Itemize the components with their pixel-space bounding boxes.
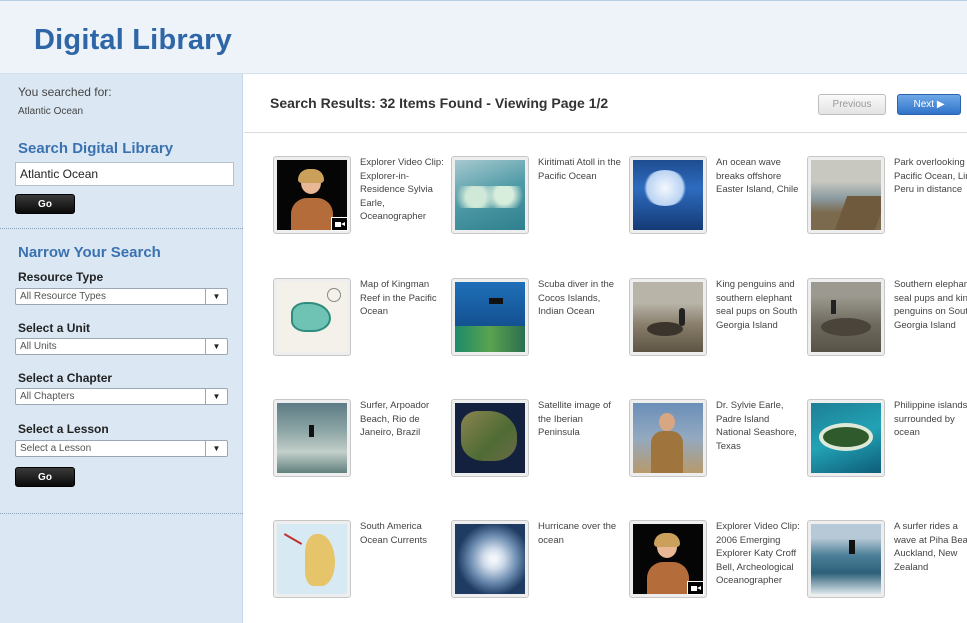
result-item[interactable]: Kiritimati Atoll in the Pacific Ocean [451, 156, 629, 266]
result-thumbnail[interactable] [629, 156, 707, 234]
lesson-label: Select a Lesson [18, 422, 109, 436]
result-thumbnail[interactable] [451, 520, 529, 598]
search-section-title: Search Digital Library [18, 140, 174, 157]
next-button[interactable]: Next ▶ [897, 94, 961, 115]
video-camera-icon [331, 217, 348, 231]
result-item[interactable]: A surfer rides a wave at Piha Beach, Auc… [807, 520, 967, 623]
result-item[interactable]: Explorer Video Clip: Explorer-in-Residen… [273, 156, 451, 266]
result-caption[interactable]: Dr. Sylvie Earle, Padre Island National … [716, 399, 804, 453]
video-camera-icon [687, 581, 704, 595]
unit-label: Select a Unit [18, 321, 91, 335]
result-item[interactable]: Dr. Sylvie Earle, Padre Island National … [629, 399, 807, 509]
result-caption[interactable]: Explorer Video Clip: Explorer-in-Residen… [360, 156, 448, 224]
chapter-label: Select a Chapter [18, 371, 113, 385]
result-item[interactable]: Philippine islands surrounded by ocean [807, 399, 967, 509]
result-caption[interactable]: Satellite image of the Iberian Peninsula [538, 399, 626, 440]
result-thumbnail[interactable] [451, 278, 529, 356]
result-item[interactable]: Satellite image of the Iberian Peninsula [451, 399, 629, 509]
result-caption[interactable]: A surfer rides a wave at Piha Beach, Auc… [894, 520, 967, 574]
result-item[interactable]: Scuba diver in the Cocos Islands, Indian… [451, 278, 629, 388]
header: Digital Library [0, 0, 967, 74]
lesson-select[interactable]: Select a Lesson ▼ [15, 440, 228, 457]
result-thumbnail[interactable] [807, 520, 885, 598]
searched-term: Atlantic Ocean [18, 106, 84, 117]
lesson-value: Select a Lesson [20, 443, 92, 454]
previous-button[interactable]: Previous [818, 94, 886, 115]
result-caption[interactable]: An ocean wave breaks offshore Easter Isl… [716, 156, 804, 197]
sidebar: You searched for: Atlantic Ocean Search … [0, 74, 243, 623]
result-caption[interactable]: Philippine islands surrounded by ocean [894, 399, 967, 440]
result-thumbnail[interactable] [451, 399, 529, 477]
result-thumbnail[interactable] [629, 278, 707, 356]
result-caption[interactable]: Kiritimati Atoll in the Pacific Ocean [538, 156, 626, 183]
result-item[interactable]: Park overlooking Pacific Ocean, Lima, Pe… [807, 156, 967, 266]
filter-go-button[interactable]: Go [15, 467, 75, 487]
result-thumbnail[interactable] [807, 399, 885, 477]
resource-type-value: All Resource Types [20, 291, 106, 302]
result-thumbnail[interactable] [451, 156, 529, 234]
result-caption[interactable]: Explorer Video Clip: 2006 Emerging Explo… [716, 520, 804, 588]
chapter-select[interactable]: All Chapters ▼ [15, 388, 228, 405]
result-item[interactable]: An ocean wave breaks offshore Easter Isl… [629, 156, 807, 266]
search-go-button[interactable]: Go [15, 194, 75, 214]
searched-for-label: You searched for: [18, 85, 112, 99]
dropdown-arrow-icon: ▼ [205, 441, 227, 456]
result-thumbnail[interactable] [629, 399, 707, 477]
chapter-value: All Chapters [20, 391, 75, 402]
result-item[interactable]: South America Ocean Currents [273, 520, 451, 623]
result-thumbnail[interactable] [273, 399, 351, 477]
result-thumbnail[interactable] [807, 278, 885, 356]
result-thumbnail[interactable] [273, 520, 351, 598]
divider [0, 513, 243, 514]
result-caption[interactable]: Surfer, Arpoador Beach, Rio de Janeiro, … [360, 399, 448, 440]
result-item[interactable]: Hurricane over the ocean [451, 520, 629, 623]
dropdown-arrow-icon: ▼ [205, 339, 227, 354]
unit-select[interactable]: All Units ▼ [15, 338, 228, 355]
result-thumbnail[interactable] [807, 156, 885, 234]
result-thumbnail[interactable] [273, 278, 351, 356]
result-caption[interactable]: South America Ocean Currents [360, 520, 448, 547]
result-caption[interactable]: Hurricane over the ocean [538, 520, 626, 547]
results-header: Search Results: 32 Items Found - Viewing… [244, 75, 967, 133]
page-title: Digital Library [34, 24, 232, 56]
narrow-section-title: Narrow Your Search [18, 244, 161, 261]
result-thumbnail[interactable] [629, 520, 707, 598]
result-item[interactable]: Map of Kingman Reef in the Pacific Ocean [273, 278, 451, 388]
result-caption[interactable]: King penguins and southern elephant seal… [716, 278, 804, 332]
dropdown-arrow-icon: ▼ [205, 289, 227, 304]
result-caption[interactable]: Map of Kingman Reef in the Pacific Ocean [360, 278, 448, 319]
search-input[interactable] [15, 162, 234, 186]
result-thumbnail[interactable] [273, 156, 351, 234]
divider [0, 228, 243, 229]
unit-value: All Units [20, 341, 57, 352]
resource-type-select[interactable]: All Resource Types ▼ [15, 288, 228, 305]
dropdown-arrow-icon: ▼ [205, 389, 227, 404]
results-title: Search Results: 32 Items Found - Viewing… [270, 95, 609, 111]
result-item[interactable]: Southern elephant seal pups and king pen… [807, 278, 967, 388]
result-item[interactable]: Surfer, Arpoador Beach, Rio de Janeiro, … [273, 399, 451, 509]
result-caption[interactable]: Park overlooking Pacific Ocean, Lima, Pe… [894, 156, 967, 197]
result-item[interactable]: Explorer Video Clip: 2006 Emerging Explo… [629, 520, 807, 623]
result-caption[interactable]: Scuba diver in the Cocos Islands, Indian… [538, 278, 626, 319]
result-item[interactable]: King penguins and southern elephant seal… [629, 278, 807, 388]
resource-type-label: Resource Type [18, 270, 104, 284]
result-caption[interactable]: Southern elephant seal pups and king pen… [894, 278, 967, 332]
